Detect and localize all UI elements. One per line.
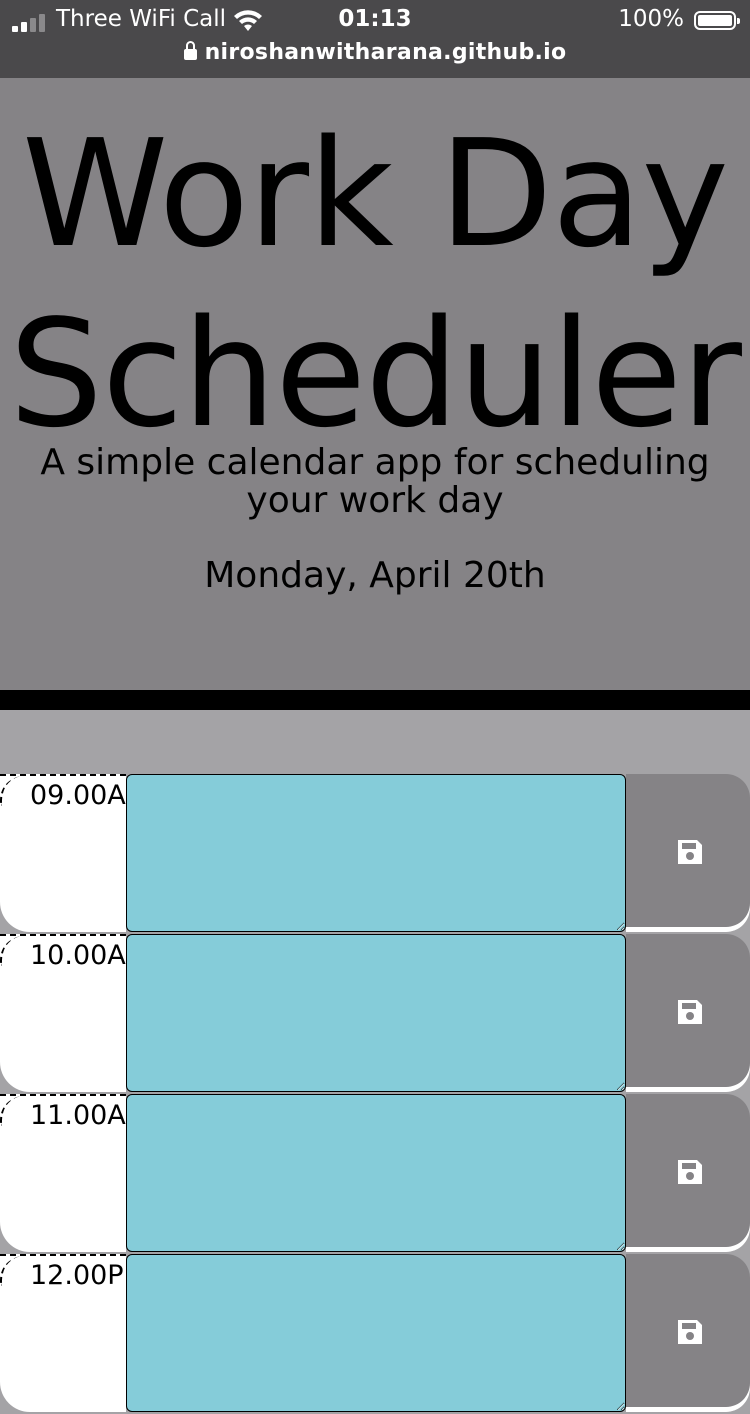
save-icon	[678, 840, 702, 864]
header-divider	[0, 690, 750, 710]
save-icon	[678, 1000, 702, 1024]
page-lead: A simple calendar app for scheduling you…	[40, 442, 710, 521]
event-description[interactable]	[126, 1094, 626, 1252]
timeblock-row: 11.00AM	[0, 1094, 750, 1254]
save-button[interactable]	[626, 1254, 750, 1412]
page-url: niroshanwitharana.github.io	[204, 40, 567, 65]
save-button[interactable]	[626, 774, 750, 932]
hour-label: 12.00PM	[0, 1254, 126, 1412]
current-day: Monday, April 20th	[204, 555, 546, 596]
hour-label: 09.00AM	[0, 774, 126, 932]
event-description[interactable]	[126, 1254, 626, 1412]
timeblock-list: 09.00AM 10.00AM 11.00AM	[0, 774, 750, 1414]
event-description[interactable]	[126, 774, 626, 932]
hour-label: 10.00AM	[0, 934, 126, 1092]
save-button[interactable]	[626, 1094, 750, 1252]
hour-label: 11.00AM	[0, 1094, 126, 1252]
save-icon	[678, 1320, 702, 1344]
save-icon	[678, 1160, 702, 1184]
battery-icon	[694, 11, 740, 30]
timeblock-row: 10.00AM	[0, 934, 750, 1094]
event-description[interactable]	[126, 934, 626, 1092]
timeblock-row: 12.00PM	[0, 1254, 750, 1414]
header-jumbotron: Work Day Scheduler A simple calendar app…	[0, 78, 750, 690]
battery-percentage: 100%	[618, 6, 684, 32]
timeblock-row: 09.00AM	[0, 774, 750, 934]
lock-icon	[183, 41, 197, 60]
save-button[interactable]	[626, 934, 750, 1092]
address-bar[interactable]: niroshanwitharana.github.io	[0, 40, 750, 65]
page-title: Work Day Scheduler	[9, 108, 742, 460]
status-bar: Three WiFi Call 01:13 100% niroshanwitha…	[0, 0, 750, 78]
